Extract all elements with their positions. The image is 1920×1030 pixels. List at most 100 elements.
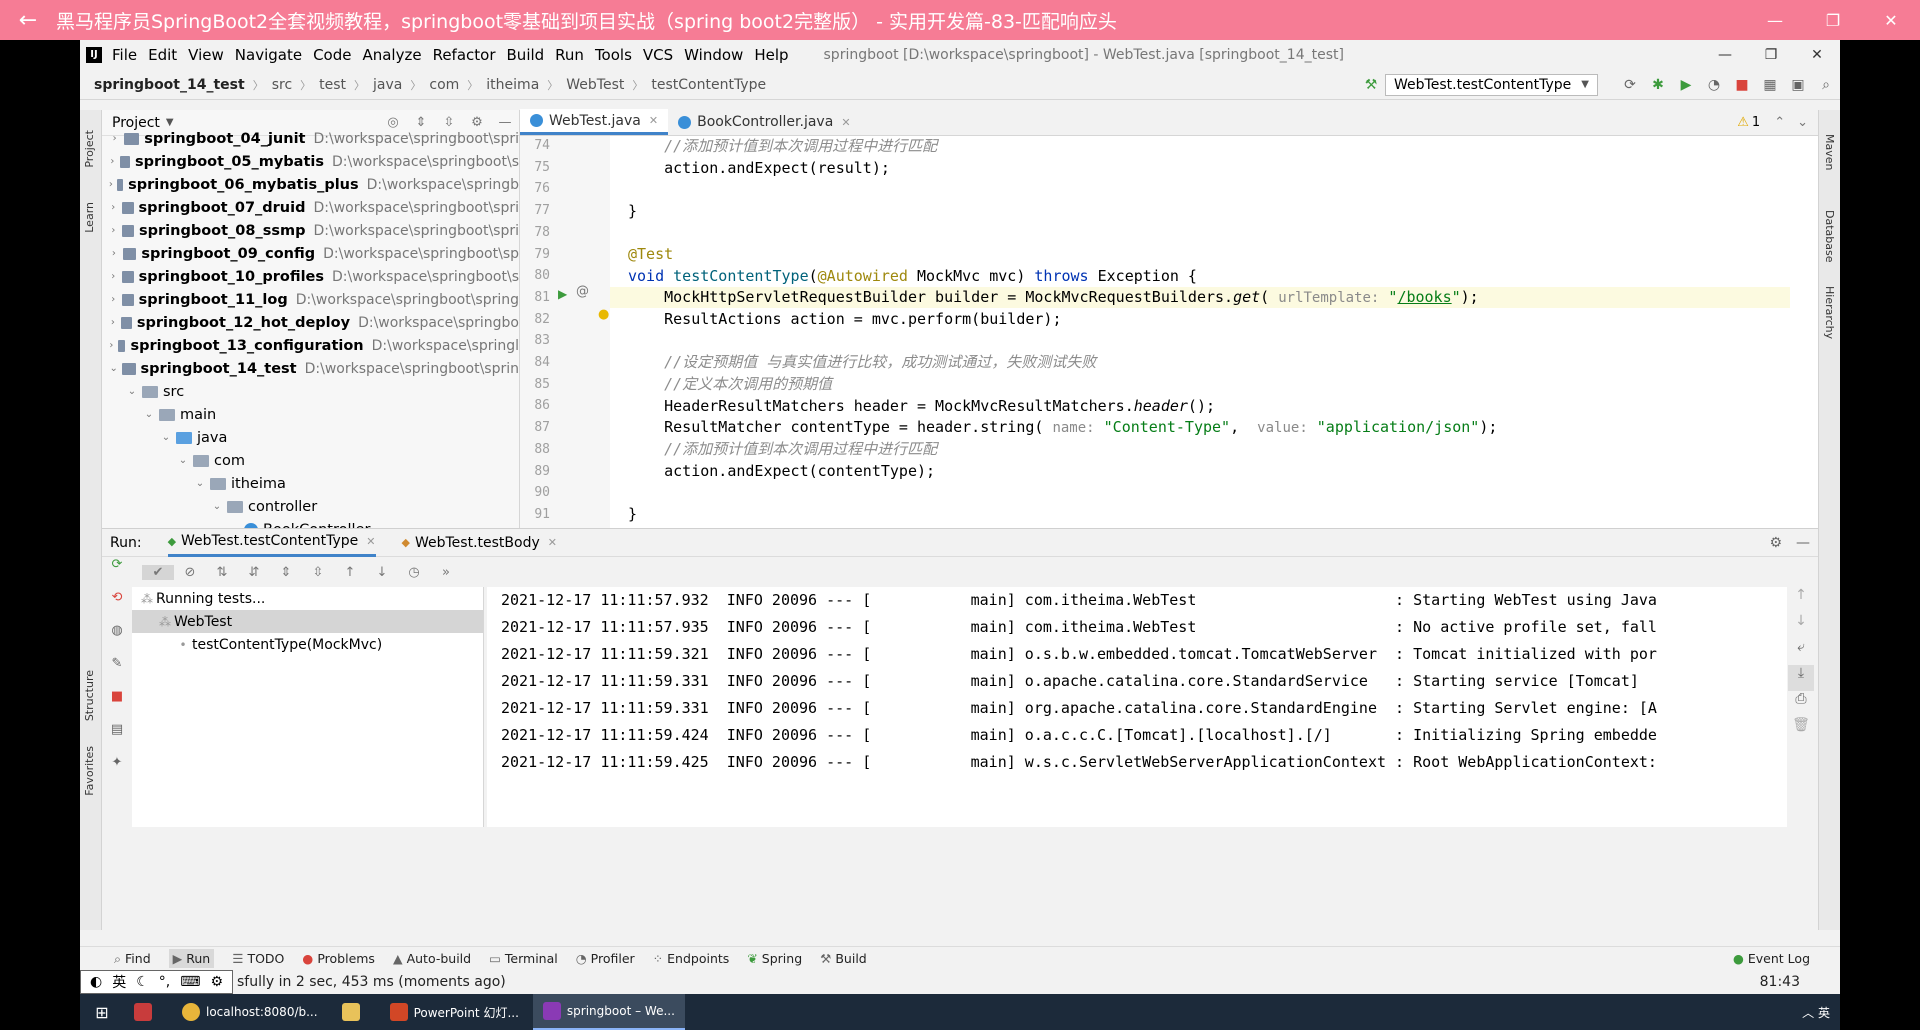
soft-wrap-icon[interactable]: ⤶ (1788, 639, 1814, 665)
tool-tab-build[interactable]: ⚒ Build (820, 951, 867, 966)
ide-minimize-icon[interactable]: — (1702, 47, 1748, 63)
close-icon[interactable]: ✕ (1862, 11, 1920, 30)
sidebar-tab-database[interactable]: Database (1823, 210, 1836, 263)
minimize-icon[interactable]: — (1746, 11, 1804, 30)
tab-bookcontroller-java[interactable]: BookController.java ✕ (668, 109, 860, 135)
scroll-down-icon[interactable]: ↓ (1788, 613, 1814, 639)
tool-tab-problems[interactable]: ● Problems (302, 951, 375, 966)
pin-icon[interactable]: ✦ (102, 755, 132, 788)
layout-icon[interactable]: ▤ (102, 722, 132, 755)
chevron-right-icon[interactable]: › (108, 202, 119, 213)
chevron-right-icon[interactable]: › (108, 271, 119, 282)
tool-tab-auto-build[interactable]: ▲ Auto-build (393, 951, 471, 966)
prev-failed-icon[interactable]: ↑ (334, 565, 366, 580)
tool-tab-event-log[interactable]: ● Event Log (1733, 951, 1810, 966)
inspection-widget[interactable]: ⚠ 1 ⌃ ⌄ (1737, 109, 1818, 135)
tree-item[interactable]: › springboot_13_configuration D:\workspace… (102, 334, 519, 357)
menu-navigate[interactable]: Navigate (235, 46, 302, 64)
stop-icon[interactable]: ■ (102, 689, 132, 722)
hide-icon[interactable]: — (1796, 535, 1810, 551)
chevron-down-icon[interactable]: ⌄ (108, 363, 119, 374)
sidebar-tab-favorites[interactable]: Favorites (83, 746, 96, 796)
tree-item[interactable]: ⌄ springboot_14_test D:\workspace\springbo… (102, 357, 519, 380)
more-icon[interactable]: » (430, 565, 462, 580)
chevron-right-icon[interactable]: › (108, 340, 115, 351)
show-passed-icon[interactable]: ✔ (142, 564, 174, 580)
taskbar-app-chrome[interactable]: localhost:8080/b... (172, 994, 328, 1030)
tree-item[interactable]: › springboot_12_hot_deploy D:\workspace\sp… (102, 311, 519, 334)
rerun-icon[interactable]: ⟳ (102, 557, 132, 590)
layout-icon[interactable]: ▣ (1784, 77, 1812, 93)
test-tree-item[interactable]: • testContentType(MockMvc) (132, 633, 483, 656)
print-icon[interactable]: ⎙ (1788, 691, 1814, 717)
run-gutter-icon[interactable]: ▶ (558, 287, 567, 301)
windows-start-icon[interactable]: ⊞ (80, 1003, 124, 1022)
tool-tab-endpoints[interactable]: ⁘ Endpoints (653, 951, 730, 966)
menu-build[interactable]: Build (507, 46, 545, 64)
chevron-down-icon[interactable]: ⌄ (125, 386, 139, 397)
chevron-right-icon[interactable]: › (108, 179, 114, 190)
stop-icon[interactable]: ■ (1728, 77, 1756, 93)
taskbar-app-unknown[interactable] (124, 994, 168, 1030)
sort-duration-icon[interactable]: ⇵ (238, 565, 270, 580)
tree-item[interactable]: › springboot_06_mybatis_plus D:\workspace\… (102, 173, 519, 196)
menu-tools[interactable]: Tools (595, 46, 632, 64)
chevron-right-icon[interactable]: › (108, 248, 120, 259)
tree-item[interactable]: › springboot_08_ssmp D:\workspace\springbo… (102, 219, 519, 242)
breadcrumb-class[interactable]: WebTest (566, 77, 624, 93)
run-configuration-select[interactable]: WebTest.testContentType ▼ (1385, 73, 1598, 96)
tree-item[interactable]: › springboot_07_druid D:\workspace\springb… (102, 196, 519, 219)
chevron-down-icon[interactable]: ⌄ (142, 409, 156, 420)
toggle-autotest-icon[interactable]: ◍ (102, 623, 132, 656)
scroll-up-icon[interactable]: ↑ (1788, 587, 1814, 613)
chevron-down-icon[interactable]: ⌄ (1797, 115, 1808, 130)
tool-tab-terminal[interactable]: ▭ Terminal (489, 951, 558, 966)
menu-window[interactable]: Window (684, 46, 743, 64)
breadcrumb-module[interactable]: springboot_14_test (94, 77, 245, 93)
profile-icon[interactable]: ◔ (1700, 77, 1728, 93)
close-tab-icon[interactable]: ✕ (841, 116, 850, 129)
hide-icon[interactable]: — (491, 115, 519, 130)
menu-run[interactable]: Run (555, 46, 584, 64)
close-tab-icon[interactable]: ✕ (366, 535, 375, 548)
tool-tab-run[interactable]: ▶ Run (168, 949, 215, 968)
breadcrumb-src[interactable]: src (272, 77, 292, 93)
tree-item[interactable]: › springboot_05_mybatis D:\workspace\sprin… (102, 150, 519, 173)
chevron-right-icon[interactable]: › (108, 225, 119, 236)
debug-bug-icon[interactable]: ✱ (1644, 77, 1672, 93)
chevron-right-icon[interactable]: › (108, 317, 118, 328)
sidebar-tab-maven[interactable]: Maven (1823, 134, 1836, 170)
menu-analyze[interactable]: Analyze (362, 46, 421, 64)
sidebar-tab-learn[interactable]: Learn (83, 202, 96, 233)
menu-file[interactable]: File (112, 46, 137, 64)
tree-item[interactable]: › springboot_04_junit D:\workspace\springb… (102, 127, 519, 150)
tab-webtest-java[interactable]: WebTest.java ✕ (520, 109, 669, 135)
tool-tab-spring[interactable]: ❦ Spring (747, 951, 802, 966)
tree-item[interactable]: ⌄ controller (102, 495, 519, 518)
chevron-down-icon[interactable]: ⌄ (210, 501, 224, 512)
tree-item[interactable]: › springboot_10_profiles D:\workspace\spri… (102, 265, 519, 288)
breadcrumb-method[interactable]: testContentType (651, 77, 766, 93)
ime-toolbar[interactable]: ◐ 英 ☾ °, ⌨ ⚙ (80, 970, 234, 994)
tray-input-language[interactable]: ︿ 英 (1802, 1004, 1830, 1021)
chevron-down-icon[interactable]: ⌄ (176, 455, 190, 466)
lightbulb-icon[interactable]: ● (598, 307, 609, 322)
chevron-down-icon[interactable]: ⌄ (193, 478, 207, 489)
run-tab-testbody[interactable]: ◆ WebTest.testBody ✕ (402, 535, 557, 551)
collapse-icon[interactable]: ⇳ (302, 565, 334, 580)
tree-item[interactable]: ⌄ com (102, 449, 519, 472)
menu-code[interactable]: Code (313, 46, 351, 64)
show-ignored-icon[interactable]: ⊘ (174, 565, 206, 580)
ide-restore-icon[interactable]: ❐ (1748, 47, 1794, 63)
scroll-to-end-icon[interactable]: ⤓ (1788, 665, 1814, 691)
rerun-icon[interactable]: ⟳ (1616, 77, 1644, 93)
console-output[interactable]: 2021-12-17 11:11:57.932 INFO 20096 --- [… (487, 587, 1787, 827)
locate-icon[interactable]: ◎ (379, 115, 407, 130)
sidebar-tab-project[interactable]: Project (83, 130, 96, 168)
tool-tab-profiler[interactable]: ◔ Profiler (576, 951, 635, 966)
taskbar-app-powerpoint[interactable]: PowerPoint 幻灯... (380, 994, 529, 1030)
menu-view[interactable]: View (188, 46, 224, 64)
menu-help[interactable]: Help (754, 46, 788, 64)
test-tree-item[interactable]: ⁂ Running tests... (132, 587, 483, 610)
tool-tab-find[interactable]: ⌕ Find (114, 951, 151, 967)
